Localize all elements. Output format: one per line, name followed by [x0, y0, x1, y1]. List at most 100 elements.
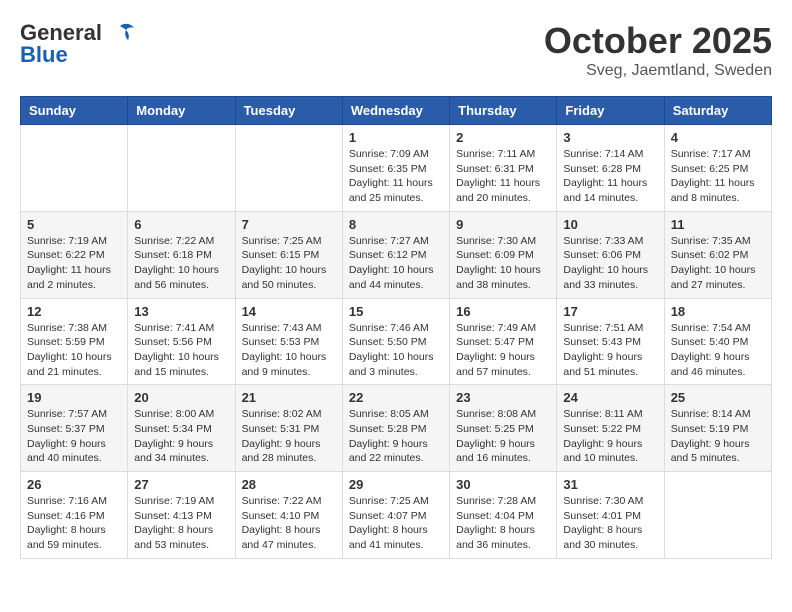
day-info: Sunrise: 7:43 AM Sunset: 5:53 PM Dayligh… — [242, 321, 336, 380]
day-info: Sunrise: 7:28 AM Sunset: 4:04 PM Dayligh… — [456, 494, 550, 553]
day-number: 7 — [242, 217, 336, 232]
day-info: Sunrise: 7:27 AM Sunset: 6:12 PM Dayligh… — [349, 234, 443, 293]
day-number: 27 — [134, 477, 228, 492]
weekday-header-wednesday: Wednesday — [342, 97, 449, 125]
day-number: 16 — [456, 304, 550, 319]
day-number: 3 — [563, 130, 657, 145]
calendar-week-row: 5 Sunrise: 7:19 AM Sunset: 6:22 PM Daylig… — [21, 211, 772, 298]
logo-blue: Blue — [20, 42, 68, 68]
calendar-cell — [235, 125, 342, 212]
day-info: Sunrise: 8:05 AM Sunset: 5:28 PM Dayligh… — [349, 407, 443, 466]
day-info: Sunrise: 7:30 AM Sunset: 6:09 PM Dayligh… — [456, 234, 550, 293]
calendar-cell: 19Sunrise: 7:57 AM Sunset: 5:37 PM Dayli… — [21, 385, 128, 472]
day-number: 12 — [27, 304, 121, 319]
month-title: October 2025 — [544, 20, 772, 62]
weekday-header-saturday: Saturday — [664, 97, 771, 125]
calendar-cell: 5 Sunrise: 7:19 AM Sunset: 6:22 PM Daylig… — [21, 211, 128, 298]
calendar-cell: 30 Sunrise: 7:28 AM Sunset: 4:04 PM Dayli… — [450, 472, 557, 559]
calendar-cell: 31 Sunrise: 7:30 AM Sunset: 4:01 PM Dayli… — [557, 472, 664, 559]
calendar-cell: 25 Sunrise: 8:14 AM Sunset: 5:19 PM Dayli… — [664, 385, 771, 472]
weekday-header-monday: Monday — [128, 97, 235, 125]
day-number: 31 — [563, 477, 657, 492]
day-number: 18 — [671, 304, 765, 319]
day-info: Sunrise: 8:02 AM Sunset: 5:31 PM Dayligh… — [242, 407, 336, 466]
calendar-cell: 21 Sunrise: 8:02 AM Sunset: 5:31 PM Dayli… — [235, 385, 342, 472]
day-info: Sunrise: 8:11 AM Sunset: 5:22 PM Dayligh… — [563, 407, 657, 466]
day-info: Sunrise: 7:16 AM Sunset: 4:16 PM Dayligh… — [27, 494, 121, 553]
day-number: 17 — [563, 304, 657, 319]
day-info: Sunrise: 7:30 AM Sunset: 4:01 PM Dayligh… — [563, 494, 657, 553]
calendar-cell: 28Sunrise: 7:22 AM Sunset: 4:10 PM Dayli… — [235, 472, 342, 559]
calendar-cell: 8 Sunrise: 7:27 AM Sunset: 6:12 PM Daylig… — [342, 211, 449, 298]
title-block: October 2025 Sveg, Jaemtland, Sweden — [544, 20, 772, 80]
day-number: 23 — [456, 390, 550, 405]
day-number: 29 — [349, 477, 443, 492]
calendar-cell: 26 Sunrise: 7:16 AM Sunset: 4:16 PM Dayli… — [21, 472, 128, 559]
calendar-cell: 16 Sunrise: 7:49 AM Sunset: 5:47 PM Dayli… — [450, 298, 557, 385]
calendar-cell: 20 Sunrise: 8:00 AM Sunset: 5:34 PM Dayli… — [128, 385, 235, 472]
day-number: 8 — [349, 217, 443, 232]
day-info: Sunrise: 7:41 AM Sunset: 5:56 PM Dayligh… — [134, 321, 228, 380]
day-number: 24 — [563, 390, 657, 405]
day-number: 11 — [671, 217, 765, 232]
weekday-header-friday: Friday — [557, 97, 664, 125]
page-header: General Blue October 2025 Sveg, Jaemtlan… — [20, 20, 772, 80]
day-info: Sunrise: 7:19 AM Sunset: 4:13 PM Dayligh… — [134, 494, 228, 553]
calendar-table: SundayMondayTuesdayWednesdayThursdayFrid… — [20, 96, 772, 559]
day-number: 15 — [349, 304, 443, 319]
calendar-cell: 17Sunrise: 7:51 AM Sunset: 5:43 PM Dayli… — [557, 298, 664, 385]
day-number: 22 — [349, 390, 443, 405]
day-info: Sunrise: 7:49 AM Sunset: 5:47 PM Dayligh… — [456, 321, 550, 380]
day-number: 4 — [671, 130, 765, 145]
calendar-cell: 13 Sunrise: 7:41 AM Sunset: 5:56 PM Dayli… — [128, 298, 235, 385]
calendar-cell — [128, 125, 235, 212]
day-number: 9 — [456, 217, 550, 232]
day-number: 14 — [242, 304, 336, 319]
day-number: 28 — [242, 477, 336, 492]
calendar-cell: 2Sunrise: 7:11 AM Sunset: 6:31 PM Daylig… — [450, 125, 557, 212]
day-info: Sunrise: 7:46 AM Sunset: 5:50 PM Dayligh… — [349, 321, 443, 380]
day-number: 30 — [456, 477, 550, 492]
calendar-cell: 24 Sunrise: 8:11 AM Sunset: 5:22 PM Dayli… — [557, 385, 664, 472]
day-info: Sunrise: 7:25 AM Sunset: 4:07 PM Dayligh… — [349, 494, 443, 553]
day-number: 21 — [242, 390, 336, 405]
day-number: 2 — [456, 130, 550, 145]
day-info: Sunrise: 8:14 AM Sunset: 5:19 PM Dayligh… — [671, 407, 765, 466]
weekday-header-row: SundayMondayTuesdayWednesdayThursdayFrid… — [21, 97, 772, 125]
day-info: Sunrise: 7:33 AM Sunset: 6:06 PM Dayligh… — [563, 234, 657, 293]
logo: General Blue — [20, 20, 136, 68]
calendar-week-row: 19Sunrise: 7:57 AM Sunset: 5:37 PM Dayli… — [21, 385, 772, 472]
day-info: Sunrise: 7:09 AM Sunset: 6:35 PM Dayligh… — [349, 147, 443, 206]
day-number: 13 — [134, 304, 228, 319]
day-info: Sunrise: 7:54 AM Sunset: 5:40 PM Dayligh… — [671, 321, 765, 380]
calendar-cell: 4 Sunrise: 7:17 AM Sunset: 6:25 PM Daylig… — [664, 125, 771, 212]
weekday-header-thursday: Thursday — [450, 97, 557, 125]
day-number: 1 — [349, 130, 443, 145]
calendar-cell: 22 Sunrise: 8:05 AM Sunset: 5:28 PM Dayli… — [342, 385, 449, 472]
calendar-cell: 10 Sunrise: 7:33 AM Sunset: 6:06 PM Dayli… — [557, 211, 664, 298]
calendar-cell: 15 Sunrise: 7:46 AM Sunset: 5:50 PM Dayli… — [342, 298, 449, 385]
calendar-cell: 6 Sunrise: 7:22 AM Sunset: 6:18 PM Daylig… — [128, 211, 235, 298]
day-info: Sunrise: 7:14 AM Sunset: 6:28 PM Dayligh… — [563, 147, 657, 206]
calendar-cell: 7Sunrise: 7:25 AM Sunset: 6:15 PM Daylig… — [235, 211, 342, 298]
calendar-cell: 9 Sunrise: 7:30 AM Sunset: 6:09 PM Daylig… — [450, 211, 557, 298]
day-number: 6 — [134, 217, 228, 232]
day-info: Sunrise: 7:22 AM Sunset: 6:18 PM Dayligh… — [134, 234, 228, 293]
day-info: Sunrise: 7:19 AM Sunset: 6:22 PM Dayligh… — [27, 234, 121, 293]
calendar-week-row: 26 Sunrise: 7:16 AM Sunset: 4:16 PM Dayli… — [21, 472, 772, 559]
day-number: 26 — [27, 477, 121, 492]
calendar-cell — [664, 472, 771, 559]
calendar-cell: 12 Sunrise: 7:38 AM Sunset: 5:59 PM Dayli… — [21, 298, 128, 385]
calendar-cell: 23Sunrise: 8:08 AM Sunset: 5:25 PM Dayli… — [450, 385, 557, 472]
day-info: Sunrise: 7:38 AM Sunset: 5:59 PM Dayligh… — [27, 321, 121, 380]
calendar-cell — [21, 125, 128, 212]
calendar-cell: 3 Sunrise: 7:14 AM Sunset: 6:28 PM Daylig… — [557, 125, 664, 212]
day-number: 10 — [563, 217, 657, 232]
calendar-cell: 27 Sunrise: 7:19 AM Sunset: 4:13 PM Dayli… — [128, 472, 235, 559]
day-number: 20 — [134, 390, 228, 405]
calendar-week-row: 12 Sunrise: 7:38 AM Sunset: 5:59 PM Dayli… — [21, 298, 772, 385]
day-number: 5 — [27, 217, 121, 232]
day-info: Sunrise: 8:00 AM Sunset: 5:34 PM Dayligh… — [134, 407, 228, 466]
day-number: 25 — [671, 390, 765, 405]
day-info: Sunrise: 7:17 AM Sunset: 6:25 PM Dayligh… — [671, 147, 765, 206]
